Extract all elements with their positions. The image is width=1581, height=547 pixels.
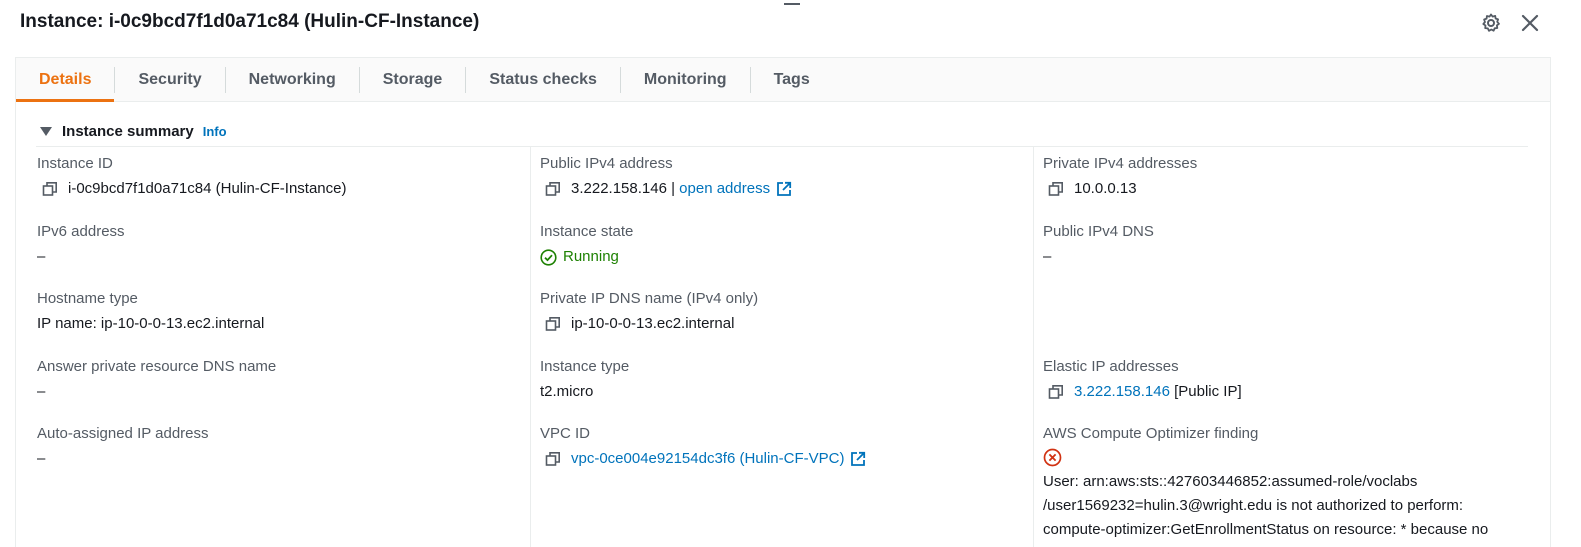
field-label: IPv6 address (37, 223, 125, 240)
field-value: t2.micro (540, 383, 594, 400)
tab-tags[interactable]: Tags (751, 58, 833, 101)
field-value: – (37, 383, 46, 400)
field-auto-assigned-ip: Auto-assigned IP address – (37, 424, 209, 469)
field-compute-optimizer: AWS Compute Optimizer finding User: arn:… (1043, 424, 1488, 542)
field-value: i-0c9bcd7f1d0a71c84 (Hulin-CF-Instance) (68, 180, 347, 197)
field-answer-dns: Answer private resource DNS name – (37, 357, 276, 402)
field-instance-state: Instance state Running (540, 222, 633, 267)
status-value: Running (563, 248, 619, 265)
field-label: AWS Compute Optimizer finding (1043, 425, 1259, 442)
field-label: Instance type (540, 358, 630, 375)
field-label: Instance ID (37, 155, 113, 172)
field-label: Public IPv4 DNS (1043, 223, 1154, 240)
error-line: User: arn:aws:sts::427603446852:assumed-… (1043, 473, 1418, 490)
elastic-ip-link[interactable]: 3.222.158.146 (1074, 382, 1170, 402)
field-value: 10.0.0.13 (1074, 180, 1137, 197)
field-value: – (37, 248, 46, 265)
tab-security[interactable]: Security (115, 58, 224, 101)
details-panel: Details Security Networking Storage Stat… (15, 57, 1551, 547)
tab-details[interactable]: Details (16, 58, 115, 102)
field-private-ipv4: Private IPv4 addresses 10.0.0.13 (1043, 154, 1197, 199)
field-label: Public IPv4 address (540, 155, 673, 172)
check-circle-icon (540, 248, 557, 266)
field-instance-id: Instance ID i-0c9bcd7f1d0a71c84 (Hulin-C… (37, 154, 346, 199)
field-value: IP name: ip-10-0-0-13.ec2.internal (37, 315, 265, 332)
field-value: – (1043, 248, 1052, 265)
vpc-link[interactable]: vpc-0ce004e92154dc3f6 (Hulin-CF-VPC) (571, 449, 844, 469)
field-value: ip-10-0-0-13.ec2.internal (571, 315, 735, 332)
separator: | (666, 180, 680, 197)
field-label: Instance state (540, 223, 634, 240)
close-icon (1521, 14, 1539, 32)
tab-storage[interactable]: Storage (360, 58, 466, 101)
settings-button[interactable] (1479, 11, 1503, 35)
field-label: Hostname type (37, 290, 138, 307)
field-label: VPC ID (540, 425, 591, 442)
close-button[interactable] (1518, 11, 1542, 35)
divider (36, 146, 1528, 147)
panel-header: Instance: i-0c9bcd7f1d0a71c84 (Hulin-CF-… (0, 0, 1581, 46)
copy-icon[interactable] (42, 179, 64, 199)
tab-networking[interactable]: Networking (226, 58, 359, 101)
field-value: – (37, 450, 46, 467)
section-title: Instance summary (62, 123, 194, 140)
tab-bar: Details Security Networking Storage Stat… (16, 58, 1550, 102)
copy-icon[interactable] (545, 179, 567, 199)
field-label: Answer private resource DNS name (37, 358, 277, 375)
field-elastic-ip: Elastic IP addresses 3.222.158.146 [Publ… (1043, 357, 1242, 402)
copy-icon[interactable] (545, 314, 567, 334)
field-ipv6-address: IPv6 address – (37, 222, 125, 267)
field-label: Auto-assigned IP address (37, 425, 209, 442)
copy-icon[interactable] (545, 449, 567, 469)
field-instance-type: Instance type t2.micro (540, 357, 629, 402)
external-link-icon[interactable] (776, 181, 792, 197)
field-public-ipv4-dns: Public IPv4 DNS – (1043, 222, 1154, 267)
error-message: User: arn:aws:sts::427603446852:assumed-… (1043, 470, 1488, 542)
error-line: /user1569232=hulin.3@wright.edu is not a… (1043, 497, 1464, 514)
caret-down-icon[interactable] (40, 127, 52, 136)
info-link[interactable]: Info (203, 124, 227, 139)
column-divider (530, 147, 531, 547)
instance-summary-header: Instance summary Info (40, 123, 227, 140)
external-link-icon[interactable] (850, 451, 866, 467)
tab-status-checks[interactable]: Status checks (466, 58, 620, 101)
copy-icon[interactable] (1048, 382, 1070, 402)
page-title: Instance: i-0c9bcd7f1d0a71c84 (Hulin-CF-… (20, 11, 480, 32)
error-line: compute-optimizer:GetEnrollmentStatus on… (1043, 521, 1489, 538)
field-vpc-id: VPC ID vpc-0ce004e92154dc3f6 (Hulin-CF-V… (540, 424, 866, 469)
field-hostname-type: Hostname type IP name: ip-10-0-0-13.ec2.… (37, 289, 264, 334)
field-value: 3.222.158.146 (571, 180, 667, 197)
field-public-ipv4: Public IPv4 address 3.222.158.146 | open… (540, 154, 792, 199)
field-value-suffix: [Public IP] (1169, 383, 1242, 400)
copy-icon[interactable] (1048, 179, 1070, 199)
field-label: Private IPv4 addresses (1043, 155, 1198, 172)
error-circle-icon (1043, 448, 1062, 467)
column-divider (1033, 147, 1034, 547)
field-private-ip-dns: Private IP DNS name (IPv4 only) ip-10-0-… (540, 289, 758, 334)
gear-icon (1482, 13, 1500, 32)
tab-monitoring[interactable]: Monitoring (621, 58, 750, 101)
field-label: Private IP DNS name (IPv4 only) (540, 290, 759, 307)
open-address-link[interactable]: open address (679, 179, 770, 199)
field-label: Elastic IP addresses (1043, 358, 1179, 375)
